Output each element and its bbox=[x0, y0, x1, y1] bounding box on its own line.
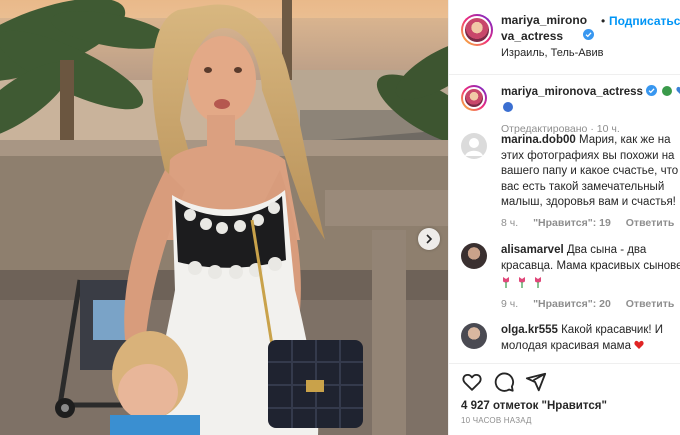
comments-list[interactable]: mariya_mironova_actress Отредактировано … bbox=[449, 75, 680, 363]
caption-username[interactable]: mariya_mironova_actress bbox=[501, 86, 643, 98]
reply-button[interactable]: Ответить bbox=[626, 298, 675, 310]
verified-badge-icon bbox=[583, 29, 594, 40]
comment-username[interactable]: marina.dob00 bbox=[501, 134, 576, 146]
tulip-emoji-icon bbox=[535, 277, 541, 288]
commenter-avatar[interactable] bbox=[461, 243, 487, 269]
globe-emoji-icon bbox=[662, 86, 673, 96]
chevron-right-icon bbox=[426, 234, 433, 244]
reply-button[interactable]: Ответить bbox=[626, 217, 675, 229]
instagram-post-view: mariya_mirono va_actress • Подписаться И… bbox=[0, 0, 680, 435]
tulip-emoji-icon bbox=[503, 277, 509, 288]
caption-avatar[interactable] bbox=[461, 85, 487, 111]
post-location[interactable]: Израиль, Тель-Авив bbox=[501, 47, 603, 59]
separator-dot: • bbox=[601, 14, 606, 28]
commenter-avatar[interactable] bbox=[461, 133, 487, 159]
comment-username[interactable]: alisamarvel bbox=[501, 244, 564, 256]
post-side-panel: mariya_mirono va_actress • Подписаться И… bbox=[448, 0, 680, 435]
author-avatar[interactable] bbox=[461, 14, 493, 46]
heart-icon[interactable] bbox=[461, 371, 483, 393]
comment-likes[interactable]: "Нравится": 20 bbox=[533, 298, 611, 310]
follow-button[interactable]: Подписаться bbox=[609, 14, 680, 28]
comment-time: 9 ч. bbox=[501, 297, 519, 310]
carousel-next-button[interactable] bbox=[418, 228, 440, 250]
globe-emoji-icon bbox=[503, 101, 513, 112]
post-time: 10 ЧАСОВ НАЗАД bbox=[461, 416, 532, 425]
red-heart-emoji-icon bbox=[634, 340, 644, 349]
likes-count[interactable]: 4 927 отметок "Нравится" bbox=[461, 400, 607, 412]
post-photo[interactable] bbox=[0, 0, 448, 435]
comment-icon[interactable] bbox=[493, 371, 515, 393]
blue-heart-emoji-icon bbox=[675, 86, 680, 95]
photo-scene bbox=[0, 0, 448, 435]
default-avatar-icon bbox=[465, 138, 483, 156]
comment-likes[interactable]: "Нравится": 19 bbox=[533, 217, 611, 229]
commenter-avatar[interactable] bbox=[461, 323, 487, 349]
post-header: mariya_mirono va_actress • Подписаться И… bbox=[449, 0, 680, 75]
tulip-emoji-icon bbox=[519, 277, 525, 288]
verified-badge-icon bbox=[646, 85, 658, 96]
comment-username[interactable]: olga.kr555 bbox=[501, 324, 558, 336]
post-actions: 4 927 отметок "Нравится" 10 ЧАСОВ НАЗАД bbox=[449, 363, 680, 435]
share-icon[interactable] bbox=[525, 371, 547, 393]
comment-time: 8 ч. bbox=[501, 216, 519, 229]
